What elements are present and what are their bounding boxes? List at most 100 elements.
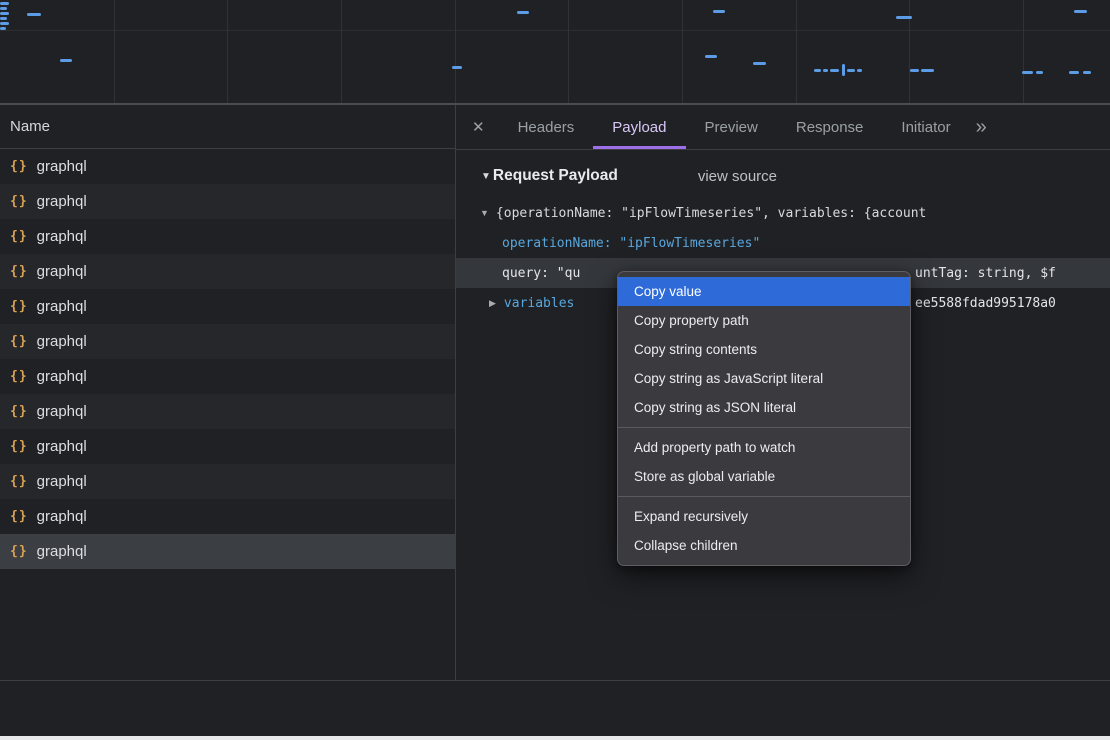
json-braces-icon: {} xyxy=(10,509,28,524)
request-timeline-bar xyxy=(60,59,72,62)
network-request-row[interactable]: {} graphql xyxy=(0,149,455,184)
request-name-label: graphql xyxy=(37,158,87,175)
request-timeline-bar xyxy=(27,13,41,16)
request-timeline-bar xyxy=(1069,71,1079,74)
menu-item-collapse-children[interactable]: Collapse children xyxy=(618,531,910,560)
tab-preview[interactable]: Preview xyxy=(686,105,777,149)
request-list: {} graphql {} graphql {} graphql {} graphql {} gr… xyxy=(0,149,455,569)
network-request-row[interactable]: {} graphql xyxy=(0,394,455,429)
query-entry-left: query: "qu xyxy=(502,266,580,281)
network-overview-timeline[interactable] xyxy=(0,0,1110,105)
request-timeline-bar xyxy=(1074,10,1087,13)
request-name-label: graphql xyxy=(37,298,87,315)
request-timeline-bar xyxy=(452,66,462,69)
menu-item-copy-string-contents[interactable]: Copy string contents xyxy=(618,335,910,364)
payload-row-operation-name[interactable]: operationName: "ipFlowTimeseries" xyxy=(456,228,1110,258)
json-braces-icon: {} xyxy=(10,194,28,209)
json-braces-icon: {} xyxy=(10,474,28,489)
network-request-row[interactable]: {} graphql xyxy=(0,534,455,569)
json-braces-icon: {} xyxy=(10,334,28,349)
network-request-row[interactable]: {}graphql xyxy=(0,219,455,254)
menu-separator xyxy=(618,496,910,497)
context-menu: Copy valueCopy property pathCopy string … xyxy=(617,271,911,566)
request-payload-section-header: ▼ Request Payload view source xyxy=(456,167,1110,185)
request-timeline-bar xyxy=(830,69,839,72)
request-timeline-bar xyxy=(713,10,725,13)
request-name-label: graphql xyxy=(37,543,87,560)
request-timeline-bar xyxy=(0,7,7,10)
request-timeline-bar xyxy=(823,69,828,72)
tab-payload[interactable]: Payload xyxy=(593,105,685,149)
request-name-label: graphql xyxy=(37,228,87,245)
request-timeline-bar xyxy=(1083,71,1091,74)
network-request-row[interactable]: {} graphql xyxy=(0,359,455,394)
json-braces-icon: {} xyxy=(10,404,28,419)
timeline-gridline xyxy=(568,0,569,103)
timeline-gridline xyxy=(455,0,456,103)
request-name-label: graphql xyxy=(37,333,87,350)
json-braces-icon: {} xyxy=(10,544,28,559)
overflow-chevrons-icon[interactable]: » xyxy=(976,117,987,137)
detail-tabbar: ✕ HeadersPayloadPreviewResponseInitiator… xyxy=(456,105,1110,150)
variables-preview-right: ee5588fdad995178a0 xyxy=(915,296,1056,311)
json-braces-icon: {} xyxy=(10,369,28,384)
menu-item-expand-recursively[interactable]: Expand recursively xyxy=(618,502,910,531)
tab-initiator[interactable]: Initiator xyxy=(882,105,969,149)
menu-item-copy-string-as-json-literal[interactable]: Copy string as JSON literal xyxy=(618,393,910,422)
menu-item-copy-property-path[interactable]: Copy property path xyxy=(618,306,910,335)
name-column-label: Name xyxy=(10,118,50,135)
network-request-list-pane: Name {}graphql{}graphql{}graphql{}graphq… xyxy=(0,105,456,680)
timeline-gridline xyxy=(341,0,342,103)
payload-root-row[interactable]: ▼ {operationName: "ipFlowTimeseries", va… xyxy=(456,198,1110,228)
json-braces-icon: {} xyxy=(10,299,28,314)
json-braces-icon: {} xyxy=(10,159,28,174)
menu-item-copy-value[interactable]: Copy value xyxy=(618,277,910,306)
devtools-network-panel: Name {}graphql{}graphql{}graphql{}graphq… xyxy=(0,0,1110,740)
query-entry-right: untTag: string, $f xyxy=(915,266,1056,281)
request-timeline-bar xyxy=(517,11,529,14)
collapsed-triangle-icon[interactable]: ▶ xyxy=(489,298,496,309)
expanded-triangle-icon[interactable]: ▼ xyxy=(480,208,489,218)
request-timeline-bar xyxy=(753,62,766,65)
request-timeline-bar xyxy=(0,17,7,20)
network-request-row[interactable]: {} graphql xyxy=(0,289,455,324)
name-column-header[interactable]: Name xyxy=(0,105,455,149)
menu-separator xyxy=(618,427,910,428)
view-source-link[interactable]: view source xyxy=(698,168,777,185)
request-timeline-bar xyxy=(921,69,934,72)
detail-tabs: HeadersPayloadPreviewResponseInitiator xyxy=(499,105,970,149)
network-request-row[interactable]: {} graphql xyxy=(0,184,455,219)
request-name-label: graphql xyxy=(37,508,87,525)
network-request-row[interactable]: {}graphql xyxy=(0,464,455,499)
request-timeline-bar xyxy=(857,69,862,72)
tab-headers[interactable]: Headers xyxy=(499,105,594,149)
page-bottom-edge xyxy=(0,736,1110,740)
timeline-gridline xyxy=(114,0,115,103)
request-name-label: graphql xyxy=(37,193,87,210)
request-name-label: graphql xyxy=(37,438,87,455)
request-timeline-bar xyxy=(0,2,9,5)
menu-item-copy-string-as-javascript-literal[interactable]: Copy string as JavaScript literal xyxy=(618,364,910,393)
request-timeline-bar xyxy=(0,12,9,15)
request-name-label: graphql xyxy=(37,403,87,420)
tab-response[interactable]: Response xyxy=(777,105,883,149)
close-icon[interactable]: ✕ xyxy=(472,118,485,136)
network-request-row[interactable]: {} graphql xyxy=(0,324,455,359)
request-timeline-bar xyxy=(847,69,855,72)
network-request-row[interactable]: {}graphql xyxy=(0,254,455,289)
payload-root-preview: {operationName: "ipFlowTimeseries", vari… xyxy=(496,206,926,221)
timeline-gridline xyxy=(682,0,683,103)
request-timeline-bar xyxy=(0,22,9,25)
request-timeline-bar xyxy=(896,16,912,19)
timeline-gridline xyxy=(1023,0,1024,103)
menu-item-add-property-path-to-watch[interactable]: Add property path to watch xyxy=(618,433,910,462)
request-timeline-bar xyxy=(842,64,845,76)
request-name-label: graphql xyxy=(37,368,87,385)
section-title: Request Payload xyxy=(493,167,618,185)
request-timeline-bar xyxy=(814,69,821,72)
menu-item-store-as-global-variable[interactable]: Store as global variable xyxy=(618,462,910,491)
section-expanded-triangle-icon[interactable]: ▼ xyxy=(481,171,491,182)
network-request-row[interactable]: {}graphql xyxy=(0,429,455,464)
network-main-area: Name {}graphql{}graphql{}graphql{}graphq… xyxy=(0,105,1110,681)
network-request-row[interactable]: {} graphql xyxy=(0,499,455,534)
